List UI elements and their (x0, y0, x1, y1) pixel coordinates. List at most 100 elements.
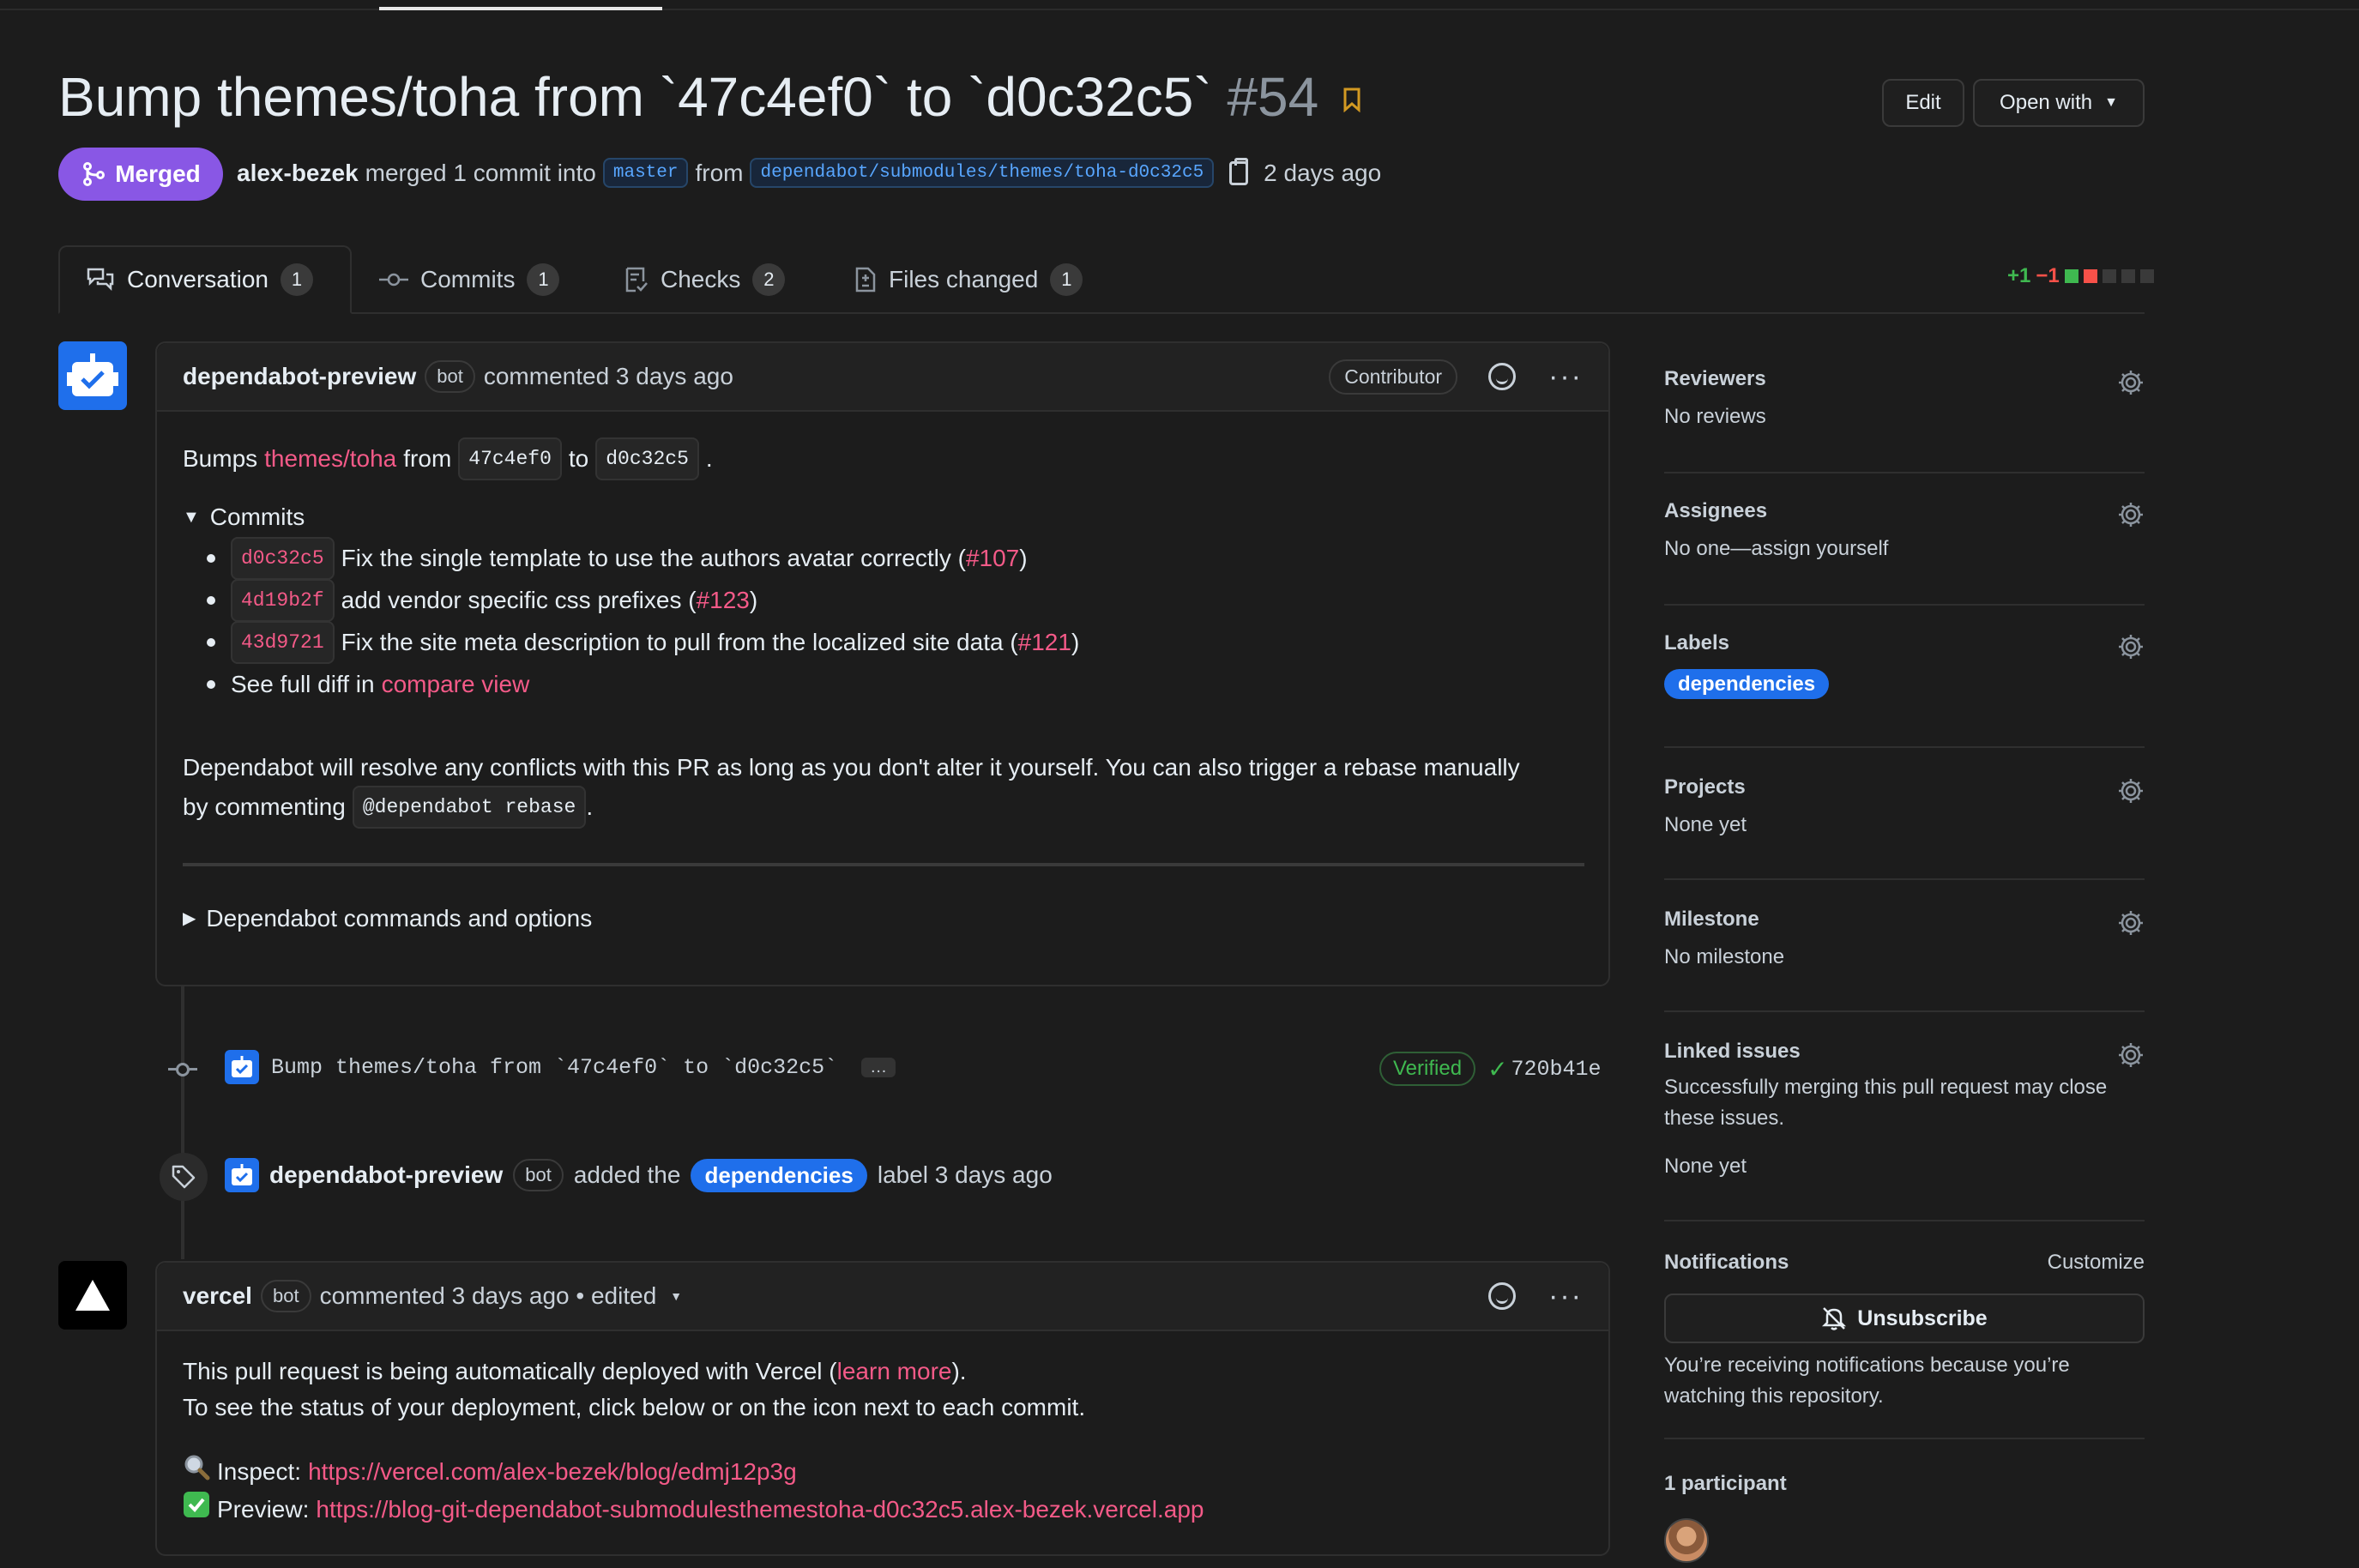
linked-issues-title[interactable]: Linked issues (1664, 1040, 2145, 1064)
paren: ) (1019, 544, 1028, 571)
linked-desc-1: Successfully merging this pull request m… (1664, 1076, 2108, 1099)
smiley-icon[interactable] (1488, 1282, 1517, 1310)
diffstat-block-add (2064, 269, 2078, 283)
commits-summary[interactable]: ▼ Commits (183, 499, 1583, 535)
open-with-button[interactable]: Open with ▼ (1973, 79, 2145, 127)
dependencies-label[interactable]: dependencies (1664, 669, 1830, 699)
diffstat-block-neutral (2139, 269, 2154, 283)
customize-link[interactable]: Customize (2048, 1252, 2145, 1273)
list-item: 4d19b2f add vendor specific css prefixes… (183, 578, 1583, 622)
participant-avatar[interactable] (1664, 1518, 1709, 1563)
assignees-value[interactable]: No one—assign yourself (1664, 534, 2145, 564)
dependencies-label[interactable]: dependencies (691, 1158, 867, 1192)
gear-icon[interactable] (2117, 501, 2145, 528)
sidebar-notifications: Notifications Customize You’re receiving… (1664, 1251, 2145, 1439)
comment-action: commented 3 days ago • edited (319, 1282, 657, 1309)
merge-icon (83, 162, 106, 186)
preview-link[interactable]: https://blog-git-dependabot-submodulesth… (316, 1492, 1204, 1528)
sidebar-labels: Labels dependencies (1664, 631, 2145, 748)
commit-sha-link[interactable]: 43d9721 (231, 620, 335, 664)
diffstat-block-neutral (2102, 269, 2116, 283)
bookmark-icon[interactable] (1342, 82, 1361, 120)
issue-ref-link[interactable]: #107 (966, 540, 1019, 576)
tab-checks[interactable]: Checks 2 (599, 245, 811, 314)
learn-more-link[interactable]: learn more (837, 1358, 952, 1384)
vercel-triangle-icon (75, 1280, 110, 1311)
commit-text: add vendor specific css prefixes ( (341, 586, 697, 613)
expand-commit-button[interactable]: … (861, 1057, 896, 1077)
more-options-icon[interactable]: ··· (1548, 362, 1583, 391)
bot-badge: bot (513, 1159, 564, 1191)
dependabot-mini-avatar[interactable] (225, 1050, 259, 1084)
bot-badge: bot (425, 360, 475, 393)
compare-view-link[interactable]: compare view (382, 666, 530, 703)
notifications-header: Notifications Customize (1664, 1251, 2145, 1275)
commit-sha-link[interactable]: d0c32c5 (231, 536, 335, 580)
pr-title: Bump themes/toha from `47c4ef0` to `d0c3… (58, 66, 1212, 128)
list-item: See full diff in compare view (183, 663, 1583, 705)
projects-title[interactable]: Projects (1664, 775, 2145, 799)
options-summary[interactable]: ▶ Dependabot commands and options (183, 901, 1583, 937)
assignees-title[interactable]: Assignees (1664, 499, 2145, 523)
head-branch[interactable]: dependabot/submodules/themes/toha-d0c32c… (750, 158, 1215, 188)
preview-label: Preview: (217, 1496, 310, 1523)
top-nav-underline (0, 0, 2359, 10)
added-text: added the (573, 1161, 681, 1188)
tab-commits[interactable]: Commits 1 (353, 245, 585, 314)
comment-author[interactable]: vercel (183, 1282, 252, 1310)
comment-header: dependabot-preview bot commented 3 days … (157, 343, 1608, 412)
more-options-icon[interactable]: ··· (1548, 1282, 1583, 1311)
dependabot-avatar[interactable] (58, 341, 127, 410)
options-summary-label: Dependabot commands and options (206, 905, 593, 932)
sidebar-assignees: Assignees No one—assign yourself (1664, 499, 2145, 606)
gear-icon[interactable] (2117, 909, 2145, 937)
gear-icon[interactable] (2117, 369, 2145, 396)
projects-value: None yet (1664, 813, 1747, 836)
timeline-commit: Bump themes/toha from `47c4ef0` to `d0c3… (225, 1050, 896, 1084)
unsubscribe-button[interactable]: Unsubscribe (1664, 1294, 2145, 1343)
comment-header: vercel bot commented 3 days ago • edited… (157, 1263, 1608, 1331)
full-diff-text: See full diff in (231, 670, 375, 697)
edit-button[interactable]: Edit (1882, 79, 1964, 127)
vercel-avatar[interactable] (58, 1261, 127, 1330)
comment-vercel: vercel bot commented 3 days ago • edited… (155, 1261, 1610, 1556)
gear-icon[interactable] (2117, 777, 2145, 805)
pr-author-link[interactable]: alex-bezek (237, 160, 359, 187)
commit-sha-link[interactable]: 720b41e (1511, 1057, 1602, 1082)
event-author[interactable]: dependabot-preview (269, 1161, 503, 1189)
bumps-line: Bumps themes/toha from 47c4ef0 to d0c32c… (183, 437, 1583, 480)
issue-ref-link[interactable]: #123 (697, 582, 750, 618)
git-commit-icon (168, 1055, 197, 1084)
gear-icon[interactable] (2117, 633, 2145, 660)
commit-message-link[interactable]: Bump themes/toha from `47c4ef0` to `d0c3… (271, 1055, 837, 1080)
inspect-link[interactable]: https://vercel.com/alex-bezek/blog/edmj1… (308, 1454, 797, 1490)
robot-icon (232, 1164, 252, 1185)
labels-title[interactable]: Labels (1664, 631, 2145, 655)
list-item: 43d9721 Fix the site meta description to… (183, 620, 1583, 664)
edited-caret-icon[interactable]: ▼ (670, 1289, 682, 1303)
rebase-pre: by commenting (183, 793, 346, 820)
copy-icon[interactable] (1229, 157, 1249, 185)
inspect-label: Inspect: (217, 1458, 302, 1485)
reviewers-value: No reviews (1664, 405, 1766, 428)
commit-sha-link[interactable]: 4d19b2f (231, 578, 335, 622)
tab-files-changed[interactable]: Files changed 1 (829, 245, 1108, 314)
tab-conversation[interactable]: Conversation 1 (58, 245, 352, 314)
from-text: from (403, 445, 452, 472)
gear-icon[interactable] (2117, 1041, 2145, 1069)
milestone-title[interactable]: Milestone (1664, 908, 2145, 932)
dependabot-mini-avatar[interactable] (225, 1158, 259, 1192)
diffstat: +1 −1 (2007, 264, 2154, 288)
reviewers-title[interactable]: Reviewers (1664, 367, 2145, 391)
verified-badge[interactable]: Verified (1379, 1052, 1476, 1086)
bumps-text: Bumps (183, 445, 258, 472)
repo-link[interactable]: themes/toha (264, 441, 396, 477)
comment-author[interactable]: dependabot-preview (183, 363, 416, 390)
base-branch[interactable]: master (602, 158, 689, 188)
smiley-icon[interactable] (1488, 363, 1517, 390)
commits-summary-label: Commits (209, 504, 305, 530)
issue-ref-link[interactable]: #121 (1018, 624, 1071, 660)
merge-text: merged 1 commit into (365, 159, 596, 186)
to-sha: d0c32c5 (595, 437, 699, 480)
label-suffix: label 3 days ago (877, 1161, 1053, 1188)
